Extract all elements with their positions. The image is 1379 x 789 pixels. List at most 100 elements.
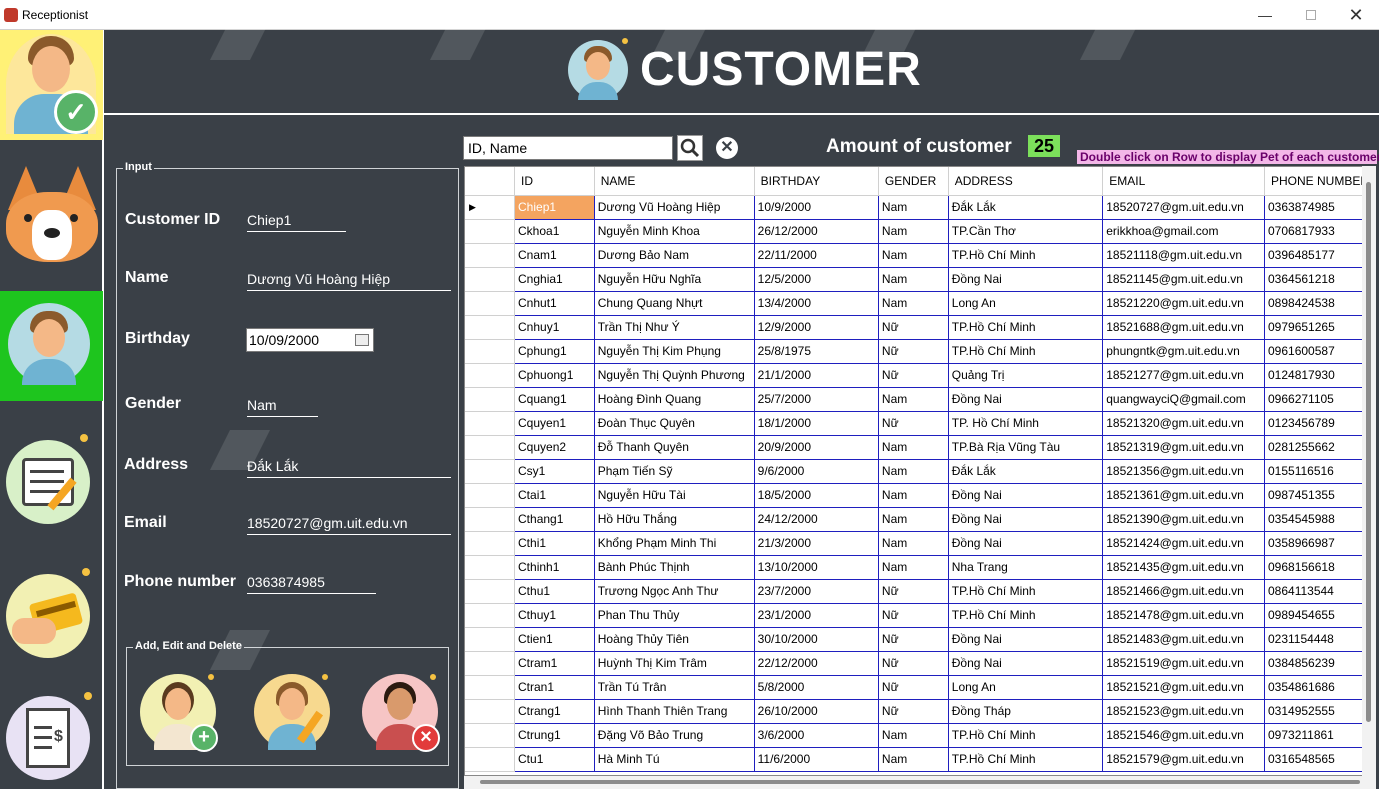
table-row[interactable]: Cthuy1 Phan Thu Thủy 23/1/2000 Nữ TP.Hồ Chí … — [465, 603, 1375, 628]
cell-name[interactable]: Hồ Hữu Thắng — [594, 507, 755, 532]
cell-address[interactable]: Long An — [948, 675, 1104, 700]
sidebar-item-payment[interactable] — [0, 560, 103, 670]
row-header[interactable] — [465, 507, 516, 532]
cell-name[interactable]: Đoàn Thục Quyên — [594, 411, 755, 436]
cell-address[interactable]: TP.Hồ Chí Minh — [948, 243, 1104, 268]
cell-id[interactable]: Cquyen2 — [514, 435, 595, 460]
row-header[interactable] — [465, 363, 516, 388]
cell-email[interactable]: 18520727@gm.uit.edu.vn — [1102, 195, 1265, 220]
cell-name[interactable]: Bành Phúc Thịnh — [594, 555, 755, 580]
cell-gender[interactable]: Nữ — [878, 579, 949, 604]
row-header[interactable] — [465, 531, 516, 556]
cell-email[interactable]: 18521424@gm.uit.edu.vn — [1102, 531, 1265, 556]
cell-id[interactable]: Cnam1 — [514, 243, 595, 268]
cell-birthday[interactable]: 22/11/2000 — [754, 243, 879, 268]
cell-birthday[interactable]: 26/12/2000 — [754, 219, 879, 244]
cell-birthday[interactable]: 23/1/2000 — [754, 603, 879, 628]
cell-email[interactable]: 18521688@gm.uit.edu.vn — [1102, 315, 1265, 340]
cell-gender[interactable]: Nam — [878, 459, 949, 484]
row-header[interactable] — [465, 627, 516, 652]
cell-birthday[interactable]: 24/12/2000 — [754, 507, 879, 532]
row-header[interactable] — [465, 459, 516, 484]
row-header[interactable] — [465, 651, 516, 676]
cell-id[interactable]: Cthu1 — [514, 579, 595, 604]
cell-phone[interactable]: 0155116516 — [1264, 459, 1375, 484]
row-header[interactable] — [465, 315, 516, 340]
cell-gender[interactable]: Nam — [878, 243, 949, 268]
cell-id[interactable]: Cphung1 — [514, 339, 595, 364]
row-header[interactable] — [465, 483, 516, 508]
gender-field[interactable] — [247, 391, 318, 417]
cell-phone[interactable]: 0358966987 — [1264, 531, 1375, 556]
cell-name[interactable]: Hình Thanh Thiên Trang — [594, 699, 755, 724]
cell-address[interactable]: TP. Hồ Chí Minh — [948, 411, 1104, 436]
cell-name[interactable]: Chung Quang Nhựt — [594, 291, 755, 316]
cell-gender[interactable]: Nam — [878, 531, 949, 556]
cell-address[interactable]: TP.Bà Rịa Vũng Tàu — [948, 435, 1104, 460]
cell-email[interactable]: 18521145@gm.uit.edu.vn — [1102, 267, 1265, 292]
sidebar-item-pets[interactable] — [0, 152, 103, 262]
cell-name[interactable]: Nguyễn Hữu Nghĩa — [594, 267, 755, 292]
cell-address[interactable]: Đồng Nai — [948, 387, 1104, 412]
row-header[interactable] — [465, 555, 516, 580]
cell-birthday[interactable]: 30/10/2000 — [754, 627, 879, 652]
cell-email[interactable]: 18521466@gm.uit.edu.vn — [1102, 579, 1265, 604]
cell-birthday[interactable]: 12/9/2000 — [754, 315, 879, 340]
cell-name[interactable]: Dương Vũ Hoàng Hiệp — [594, 195, 755, 220]
row-header[interactable] — [465, 699, 516, 724]
table-row[interactable]: Cnhut1 Chung Quang Nhựt 13/4/2000 Nam Long A… — [465, 291, 1375, 316]
search-input[interactable] — [463, 136, 673, 160]
clear-search-button[interactable]: ✕ — [716, 137, 738, 159]
cell-name[interactable]: Nguyễn Minh Khoa — [594, 219, 755, 244]
cell-id[interactable]: Ctien1 — [514, 627, 595, 652]
cell-gender[interactable]: Nam — [878, 435, 949, 460]
edit-customer-button[interactable] — [254, 674, 330, 750]
cell-gender[interactable]: Nam — [878, 747, 949, 772]
cell-phone[interactable]: 0973211861 — [1264, 723, 1375, 748]
cell-address[interactable]: Đồng Tháp — [948, 699, 1104, 724]
cell-phone[interactable]: 0124817930 — [1264, 363, 1375, 388]
row-header[interactable] — [465, 675, 516, 700]
cell-phone[interactable]: 0364561218 — [1264, 267, 1375, 292]
cell-address[interactable]: Đồng Nai — [948, 267, 1104, 292]
cell-name[interactable]: Phạm Tiến Sỹ — [594, 459, 755, 484]
cell-birthday[interactable]: 10/9/2000 — [754, 195, 879, 220]
address-field[interactable] — [247, 452, 451, 478]
table-row[interactable]: Ckhoa1 Nguyễn Minh Khoa 26/12/2000 Nam TP.Cầ… — [465, 219, 1375, 244]
table-row[interactable]: Ctai1 Nguyễn Hữu Tài 18/5/2000 Nam Đồng Nai 1… — [465, 483, 1375, 508]
cell-id[interactable]: Cquang1 — [514, 387, 595, 412]
cell-name[interactable]: Đặng Võ Bảo Trung — [594, 723, 755, 748]
cell-email[interactable]: 18521220@gm.uit.edu.vn — [1102, 291, 1265, 316]
cell-phone[interactable]: 0354861686 — [1264, 675, 1375, 700]
cell-gender[interactable]: Nữ — [878, 339, 949, 364]
horizontal-scrollbar[interactable] — [464, 776, 1376, 789]
cell-phone[interactable]: 0987451355 — [1264, 483, 1375, 508]
table-row[interactable]: Ctien1 Hoàng Thủy Tiên 30/10/2000 Nữ Đồng Na… — [465, 627, 1375, 652]
cell-phone[interactable]: 0968156618 — [1264, 555, 1375, 580]
cell-birthday[interactable]: 18/1/2000 — [754, 411, 879, 436]
cell-email[interactable]: 18521361@gm.uit.edu.vn — [1102, 483, 1265, 508]
cell-address[interactable]: Đồng Nai — [948, 507, 1104, 532]
table-row[interactable]: Cnhuy1 Trần Thị Như Ý 12/9/2000 Nữ TP.Hồ Chí… — [465, 315, 1375, 340]
cell-phone[interactable]: 0898424538 — [1264, 291, 1375, 316]
cell-name[interactable]: Hoàng Đình Quang — [594, 387, 755, 412]
table-row[interactable]: Ctrang1 Hình Thanh Thiên Trang 26/10/2000 N… — [465, 699, 1375, 724]
row-header[interactable] — [465, 387, 516, 412]
cell-gender[interactable]: Nữ — [878, 675, 949, 700]
column-header-gender[interactable]: GENDER — [878, 167, 949, 196]
row-header[interactable] — [465, 291, 516, 316]
cell-address[interactable]: Nha Trang — [948, 555, 1104, 580]
table-row[interactable]: Cnam1 Dương Bảo Nam 22/11/2000 Nam TP.Hồ Chí… — [465, 243, 1375, 268]
table-row[interactable]: Cquyen1 Đoàn Thục Quyên 18/1/2000 Nữ TP. Hồ … — [465, 411, 1375, 436]
cell-email[interactable]: 18521277@gm.uit.edu.vn — [1102, 363, 1265, 388]
add-customer-button[interactable]: + — [140, 674, 218, 752]
cell-address[interactable]: Đắk Lắk — [948, 195, 1104, 220]
cell-id[interactable]: Cthinh1 — [514, 555, 595, 580]
table-row[interactable]: ▶ Chiep1 Dương Vũ Hoàng Hiệp 10/9/2000 Nam Đắ… — [465, 195, 1375, 220]
cell-phone[interactable]: 0123456789 — [1264, 411, 1375, 436]
cell-id[interactable]: Ctai1 — [514, 483, 595, 508]
cell-email[interactable]: 18521521@gm.uit.edu.vn — [1102, 675, 1265, 700]
cell-birthday[interactable]: 23/7/2000 — [754, 579, 879, 604]
delete-customer-button[interactable]: × — [362, 674, 440, 752]
cell-name[interactable]: Trương Ngọc Anh Thư — [594, 579, 755, 604]
